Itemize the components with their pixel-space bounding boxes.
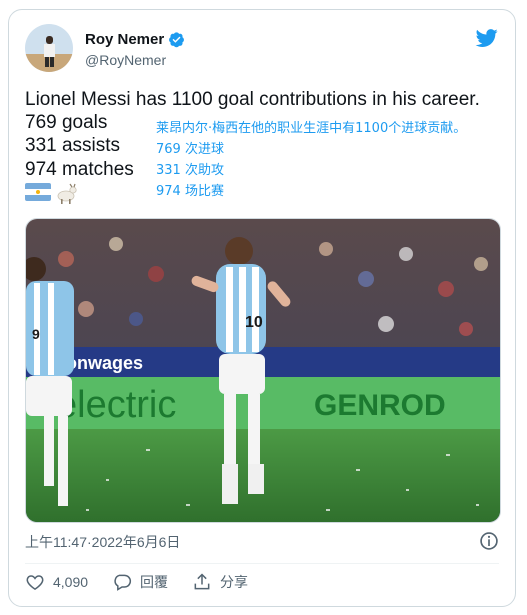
tweet-headline: Lionel Messi has 1100 goal contributions… [25, 89, 480, 110]
heart-icon [26, 575, 44, 590]
verified-badge-icon [169, 32, 185, 48]
reply-label: 回覆 [140, 574, 169, 590]
ad-board-genrod: GENROD [314, 389, 446, 422]
info-icon[interactable] [479, 531, 499, 551]
emoji-row [25, 183, 79, 205]
avatar[interactable] [25, 24, 73, 72]
like-button[interactable]: 4,090 [25, 572, 88, 592]
share-label: 分享 [220, 574, 249, 590]
share-button[interactable]: 分享 [192, 572, 248, 592]
translation-headline: 莱昂内尔·梅西在他的职业生涯中有1100个进球贡献。 [156, 121, 467, 136]
tweet-stat-assists: 331 assists [25, 135, 121, 156]
tweet-date: 2022年6月6日 [91, 534, 181, 550]
author-handle[interactable]: @RoyNemer [85, 52, 166, 68]
goat-icon [57, 183, 77, 204]
reply-button[interactable]: 回覆 [112, 572, 168, 592]
translation-stat-assists: 331 次助攻 [156, 163, 224, 178]
ad-board-electric: electric [56, 384, 176, 426]
like-count: 4,090 [53, 574, 89, 590]
action-bar: 4,090 回覆 分享 [25, 572, 272, 592]
football-photo: conwages electric GENROD 10 9 [26, 219, 500, 522]
translation-stat-matches: 974 场比赛 [156, 184, 224, 199]
divider [25, 563, 499, 564]
tweet-stat-matches: 974 matches [25, 159, 134, 180]
tweet-timestamp[interactable]: 上午11:47 · 2022年6月6日 [25, 532, 180, 552]
argentina-flag-icon [25, 183, 51, 201]
jersey-number-9: 9 [32, 326, 40, 342]
tweet-card: Roy Nemer @RoyNemer Lionel Messi has 110… [8, 9, 516, 607]
tweet-time: 上午11:47 [25, 534, 87, 550]
translation-stat-goals: 769 次进球 [156, 142, 224, 157]
author-name-text: Roy Nemer [85, 31, 165, 48]
share-icon [194, 573, 210, 590]
tweet-media-photo[interactable]: conwages electric GENROD 10 9 [25, 218, 501, 523]
twitter-bird-icon[interactable] [475, 27, 499, 49]
tweet-stat-goals: 769 goals [25, 112, 108, 133]
reply-icon [114, 574, 132, 591]
jersey-number-10: 10 [245, 314, 263, 331]
author-name[interactable]: Roy Nemer [85, 31, 185, 48]
